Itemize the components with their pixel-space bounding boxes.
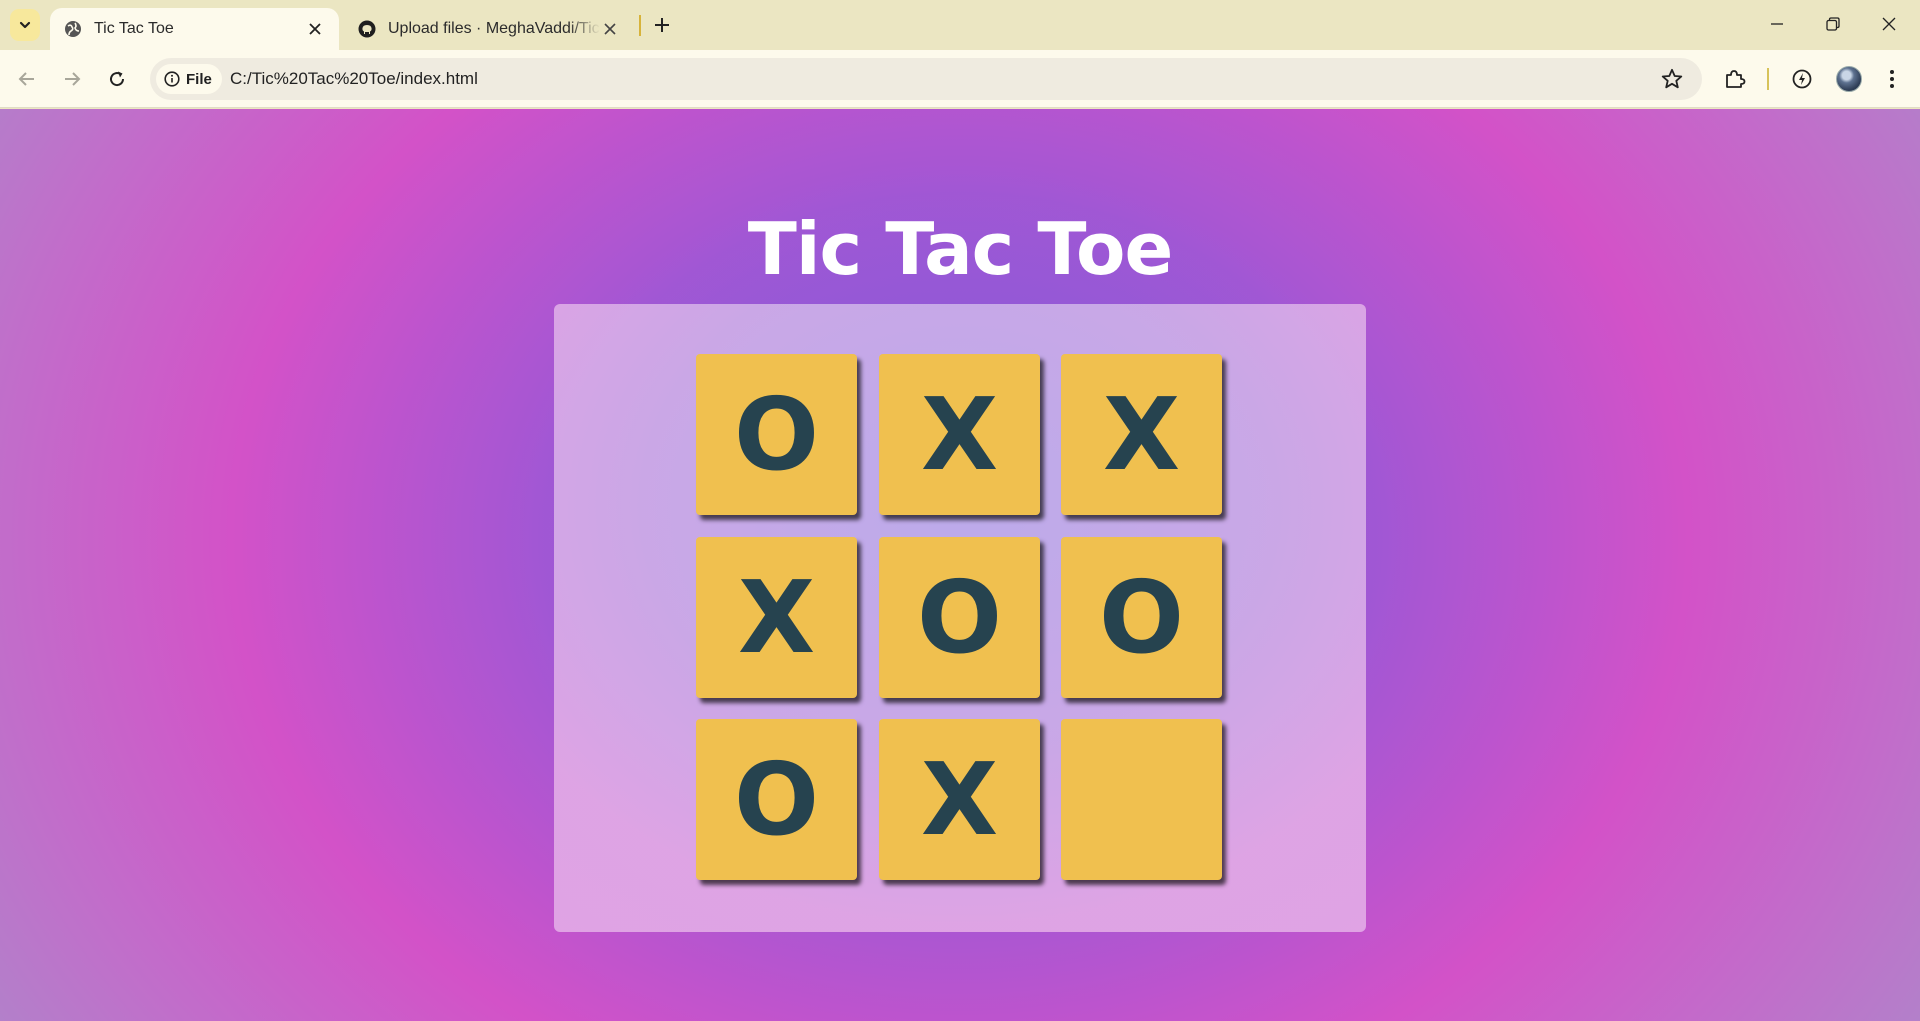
tab-divider [639,15,641,36]
tab-upload-files[interactable]: Upload files · MeghaVaddi/Tic-Tac-Toe [344,8,634,50]
info-icon [164,71,180,87]
new-tab-button[interactable] [648,11,676,39]
minimize-icon [1771,23,1783,25]
board-cell[interactable]: X [696,537,857,698]
browser-toolbar: File C:/Tic%20Tac%20Toe/index.html [0,50,1920,108]
reload-button[interactable] [100,62,134,96]
site-info-chip[interactable]: File [156,64,222,94]
address-bar[interactable]: File C:/Tic%20Tac%20Toe/index.html [150,58,1702,100]
github-icon [358,20,376,38]
extensions-button[interactable] [1720,64,1750,94]
minimize-button[interactable] [1754,6,1800,42]
page-viewport: Tic Tac Toe O X X X O O O X [0,109,1920,1021]
chevron-down-icon [19,21,31,29]
board-cell[interactable]: O [696,354,857,515]
profile-avatar[interactable] [1836,66,1862,92]
close-window-button[interactable] [1866,6,1912,42]
board-cell[interactable]: X [879,719,1040,880]
performance-button[interactable] [1787,64,1817,94]
board-cell[interactable]: O [696,719,857,880]
tab-search-button[interactable] [10,9,40,41]
tab-strip: Tic Tac Toe Upload files · MeghaVaddi/Ti… [0,0,1920,50]
puzzle-icon [1726,70,1746,88]
site-info-label: File [186,70,212,88]
tab-title: Tic Tac Toe [94,20,174,37]
bookmark-star-icon[interactable] [1660,67,1684,91]
tab-title: Upload files · MeghaVaddi/Tic-Tac-Toe [388,20,600,37]
menu-button[interactable] [1877,64,1907,94]
back-button[interactable] [10,62,44,96]
reload-icon [110,71,125,87]
close-icon [1882,17,1896,31]
forward-button[interactable] [55,62,89,96]
close-tab-icon[interactable] [600,19,620,39]
board-cell[interactable] [1061,719,1222,880]
board-cell[interactable]: X [879,354,1040,515]
restore-button[interactable] [1810,6,1856,42]
restore-icon [1826,17,1840,31]
toolbar-divider [1767,68,1769,90]
board-cell[interactable]: O [1061,537,1222,698]
plus-icon [655,18,669,32]
more-vertical-icon [1890,70,1894,88]
close-tab-icon[interactable] [305,19,325,39]
tab-tic-tac-toe[interactable]: Tic Tac Toe [50,8,339,50]
forward-arrow-icon [65,72,81,86]
page-title: Tic Tac Toe [747,207,1174,291]
board-cell[interactable]: O [879,537,1040,698]
url-text[interactable]: C:/Tic%20Tac%20Toe/index.html [230,58,478,100]
lightning-icon [1792,69,1812,89]
game-board: O X X X O O O X [554,304,1366,932]
globe-icon [64,20,82,38]
board-cell[interactable]: X [1061,354,1222,515]
back-arrow-icon [18,72,34,86]
